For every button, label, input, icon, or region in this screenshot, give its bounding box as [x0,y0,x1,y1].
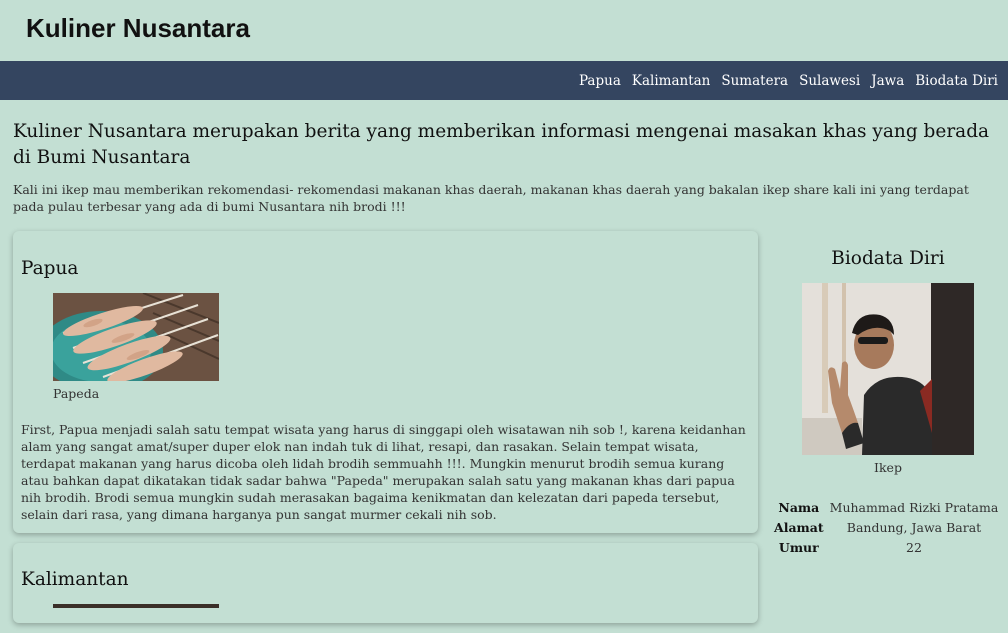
site-header: Kuliner Nusantara [0,0,1008,61]
intro-heading: Kuliner Nusantara merupakan berita yang … [13,121,990,168]
bio-value: 22 [906,539,922,555]
article-title: Kalimantan [21,569,129,590]
article-card-papua: Papua Papeda First, Papua menjadi salah … [13,231,758,533]
article-body: First, Papua menjadi salah satu tempat w… [21,422,746,522]
nav-link-sulawesi[interactable]: Sulawesi [799,73,860,89]
photo-caption: Ikep [874,460,902,475]
bio-key: Alamat [774,519,824,535]
bio-title: Biodata Diri [831,248,945,269]
photo-caption: Papeda [53,386,100,401]
table-row: Umur 22 [771,537,1001,557]
table-row: Nama Muhammad Rizki Pratama [771,497,1001,517]
bio-key: Umur [778,539,819,555]
article-card-kalimantan: Kalimantan [13,543,758,623]
nav-link-kalimantan[interactable]: Kalimantan [632,73,710,89]
bio-key: Nama [778,499,820,515]
intro-section: Kuliner Nusantara merupakan berita yang … [0,119,1008,215]
biodata-panel: Biodata Diri Ikep Nama Muhammad Rizki Pr… [768,231,1008,557]
site-title: Kuliner Nusantara [26,13,250,43]
papeda-photo [53,293,219,381]
intro-text: Kali ini ikep mau memberikan rekomendasi… [13,182,969,214]
biodata-table: Nama Muhammad Rizki Pratama Alamat Bandu… [771,497,1001,557]
profile-photo [802,283,974,455]
nav-link-biodata[interactable]: Biodata Diri [915,73,998,89]
article-figure: Papeda [53,293,219,401]
bio-value: Muhammad Rizki Pratama [829,499,999,515]
nav-link-jawa[interactable]: Jawa [871,73,904,89]
table-row: Alamat Bandung, Jawa Barat [771,517,1001,537]
article-figure [53,604,219,608]
bio-value: Bandung, Jawa Barat [846,519,982,535]
main-navbar: Papua Kalimantan Sumatera Sulawesi Jawa … [0,61,1008,100]
article-list: Papua Papeda First, Papua menjadi salah … [13,231,758,633]
kalimantan-photo [53,604,219,608]
nav-link-sumatera[interactable]: Sumatera [721,73,788,89]
nav-link-papua[interactable]: Papua [579,73,621,89]
article-title: Papua [21,258,79,279]
